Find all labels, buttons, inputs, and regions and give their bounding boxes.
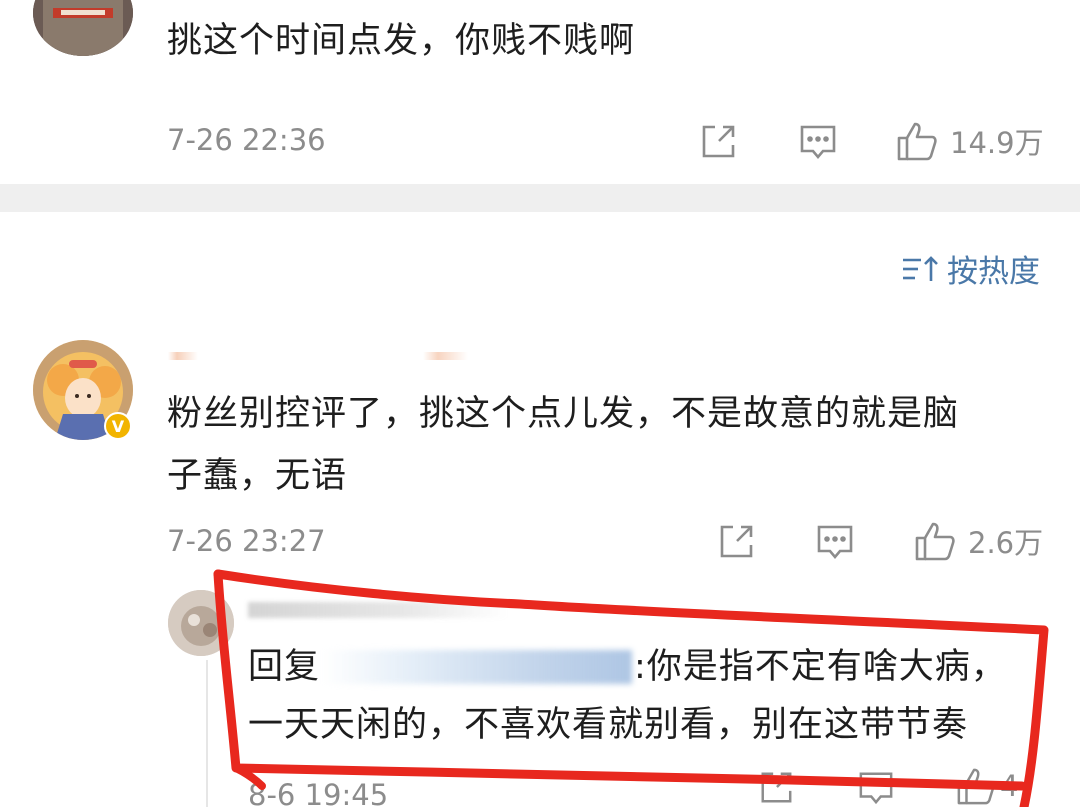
reply-text-line-2: 一天天闲的，不喜欢看就别看，别在这带节奏 bbox=[248, 705, 969, 745]
comment-text-line-2: 子蠢，无语 bbox=[167, 456, 348, 496]
avatar-image bbox=[168, 590, 234, 656]
verified-badge: V bbox=[104, 412, 132, 440]
avatar[interactable] bbox=[33, 0, 133, 56]
comment-button[interactable] bbox=[858, 770, 894, 806]
comment-timestamp: 7-26 22:36 bbox=[167, 123, 326, 157]
reply-text-line-1: 回复 :你是指不定有啥大病， bbox=[248, 636, 1007, 698]
comment-icon bbox=[817, 525, 853, 560]
sort-toggle[interactable]: 按热度 bbox=[901, 246, 1040, 291]
like-count: 14.9万 bbox=[950, 126, 1044, 160]
like-count: 2.6万 bbox=[968, 526, 1044, 560]
reply-prefix: 回复 bbox=[248, 647, 321, 687]
like-button[interactable]: 4 bbox=[956, 766, 1018, 806]
comment-text-line-1: 粉丝别控评了，挑这个点儿发，不是故意的就是脑 bbox=[167, 394, 960, 434]
share-button[interactable] bbox=[699, 123, 737, 161]
thumbs-up-icon bbox=[957, 768, 995, 805]
like-count: 4 bbox=[1000, 769, 1019, 803]
comment-text: 挑这个时间点发，你贱不贱啊 bbox=[167, 21, 636, 61]
section-divider bbox=[0, 184, 1080, 212]
share-icon bbox=[761, 772, 792, 803]
comment-timestamp: 7-26 23:27 bbox=[167, 524, 326, 558]
username-redacted bbox=[168, 352, 468, 360]
like-button[interactable]: 14.9万 bbox=[896, 120, 1044, 162]
mention-redacted[interactable] bbox=[322, 650, 633, 684]
sort-label: 按热度 bbox=[947, 254, 1040, 290]
username-redacted bbox=[248, 602, 508, 618]
reply-text: :你是指不定有啥大病， bbox=[634, 647, 1007, 687]
comment-button[interactable] bbox=[799, 123, 837, 161]
share-icon bbox=[720, 525, 753, 558]
comment-icon bbox=[859, 772, 893, 805]
avatar-image bbox=[33, 0, 133, 56]
verified-badge-label: V bbox=[111, 416, 125, 436]
reply-thread-line bbox=[206, 660, 208, 807]
thumbs-up-icon bbox=[915, 522, 955, 561]
sort-icon bbox=[903, 255, 938, 281]
avatar[interactable] bbox=[168, 590, 234, 656]
share-button[interactable] bbox=[758, 770, 794, 806]
comment-button[interactable] bbox=[816, 523, 854, 561]
share-icon bbox=[702, 125, 735, 158]
like-button[interactable]: 2.6万 bbox=[914, 520, 1043, 562]
reply-timestamp: 8-6 19:45 bbox=[248, 778, 389, 807]
comment-icon bbox=[800, 125, 836, 160]
thumbs-up-icon bbox=[897, 122, 937, 161]
share-button[interactable] bbox=[717, 523, 755, 561]
